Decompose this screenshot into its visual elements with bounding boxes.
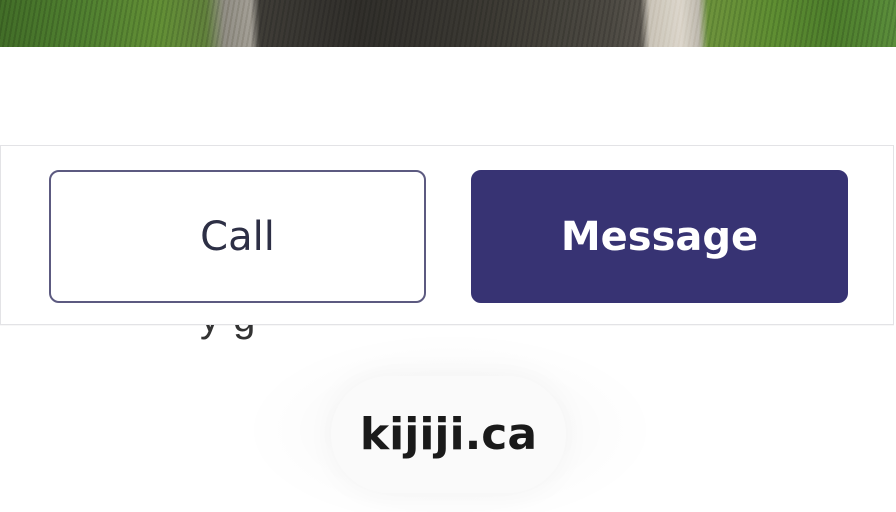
call-button[interactable]: Call (49, 170, 426, 303)
message-button[interactable]: Message (471, 170, 848, 303)
page: y g Call Message kijiji.ca (0, 0, 896, 512)
contact-action-bar: Call Message (0, 145, 894, 325)
listing-photo[interactable] (0, 0, 896, 47)
domain-pill: kijiji.ca (331, 376, 566, 493)
